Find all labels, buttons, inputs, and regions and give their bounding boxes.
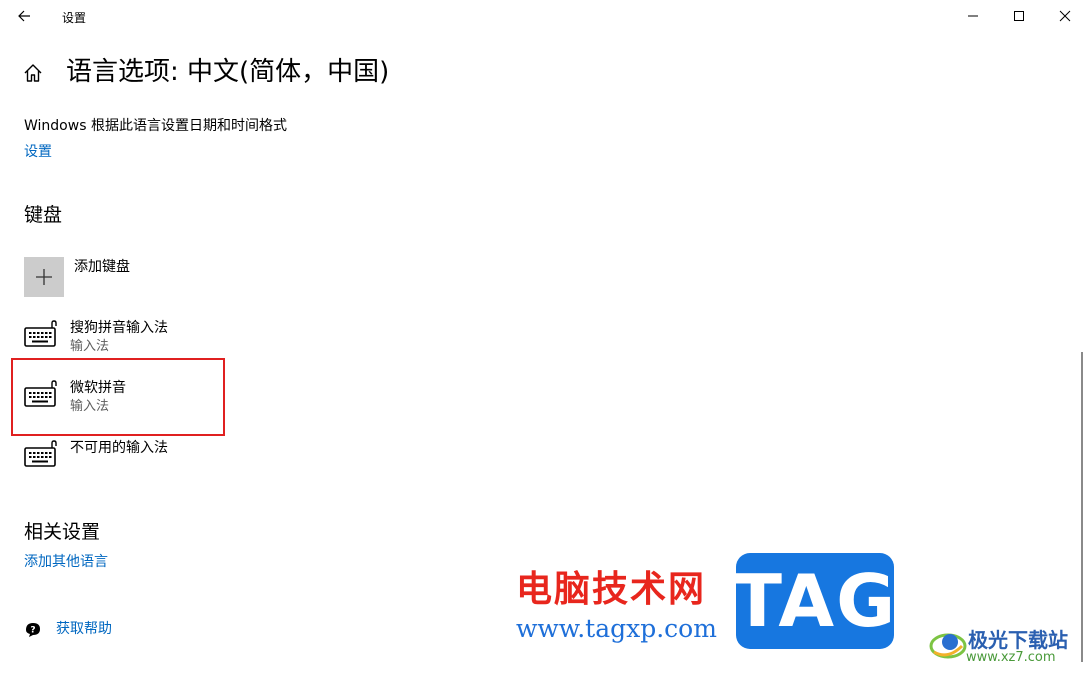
keyboard-item-unavailable[interactable]: 不可用的输入法 xyxy=(24,438,224,470)
keyboard-icon xyxy=(24,320,57,347)
close-icon xyxy=(1059,10,1071,22)
keyboard-item-subtitle: 输入法 xyxy=(70,339,110,354)
page-title: 语言选项: 中文(简体，中国) xyxy=(66,57,390,87)
svg-text:?: ? xyxy=(30,626,35,636)
watermark-site-name: 极光下载站 xyxy=(968,628,1068,652)
arrow-left-icon xyxy=(18,10,30,22)
minimize-icon xyxy=(968,15,978,17)
watermark-site-url: www.xz7.com xyxy=(966,650,1056,665)
plus-icon xyxy=(36,269,52,285)
window-title: 设置 xyxy=(62,11,87,25)
help-chat-icon: ? xyxy=(26,623,40,637)
watermark-text: 电脑技术网 xyxy=(516,569,707,610)
related-settings-heading: 相关设置 xyxy=(24,521,101,543)
maximize-button[interactable] xyxy=(996,0,1042,32)
home-icon[interactable] xyxy=(22,62,44,84)
regional-description: Windows 根据此语言设置日期和时间格式 xyxy=(24,118,287,134)
back-button[interactable] xyxy=(8,0,40,32)
regional-settings-link[interactable]: 设置 xyxy=(24,142,52,162)
minimize-button[interactable] xyxy=(950,0,996,32)
keyboard-item-sogou[interactable]: 搜狗拼音输入法 输入法 xyxy=(24,318,224,358)
maximize-icon xyxy=(1014,11,1024,21)
watermark-url: www.tagxp.com xyxy=(516,614,717,643)
get-help-link[interactable]: 获取帮助 xyxy=(56,619,112,639)
add-keyboard-label[interactable]: 添加键盘 xyxy=(74,257,130,277)
keyboard-item-title: 不可用的输入法 xyxy=(70,440,168,456)
add-language-link[interactable]: 添加其他语言 xyxy=(24,552,108,572)
keyboard-icon xyxy=(24,440,57,467)
add-keyboard-button[interactable] xyxy=(24,257,64,297)
keyboard-item-title: 搜狗拼音输入法 xyxy=(70,320,168,336)
watermark-site-logo xyxy=(929,633,967,659)
highlight-box xyxy=(11,358,225,436)
scrollbar[interactable] xyxy=(1081,352,1083,662)
close-button[interactable] xyxy=(1042,0,1088,32)
keyboard-heading: 键盘 xyxy=(24,204,63,226)
title-bar: 设置 xyxy=(0,0,1088,32)
watermark-tag-logo: TAG xyxy=(733,553,895,649)
